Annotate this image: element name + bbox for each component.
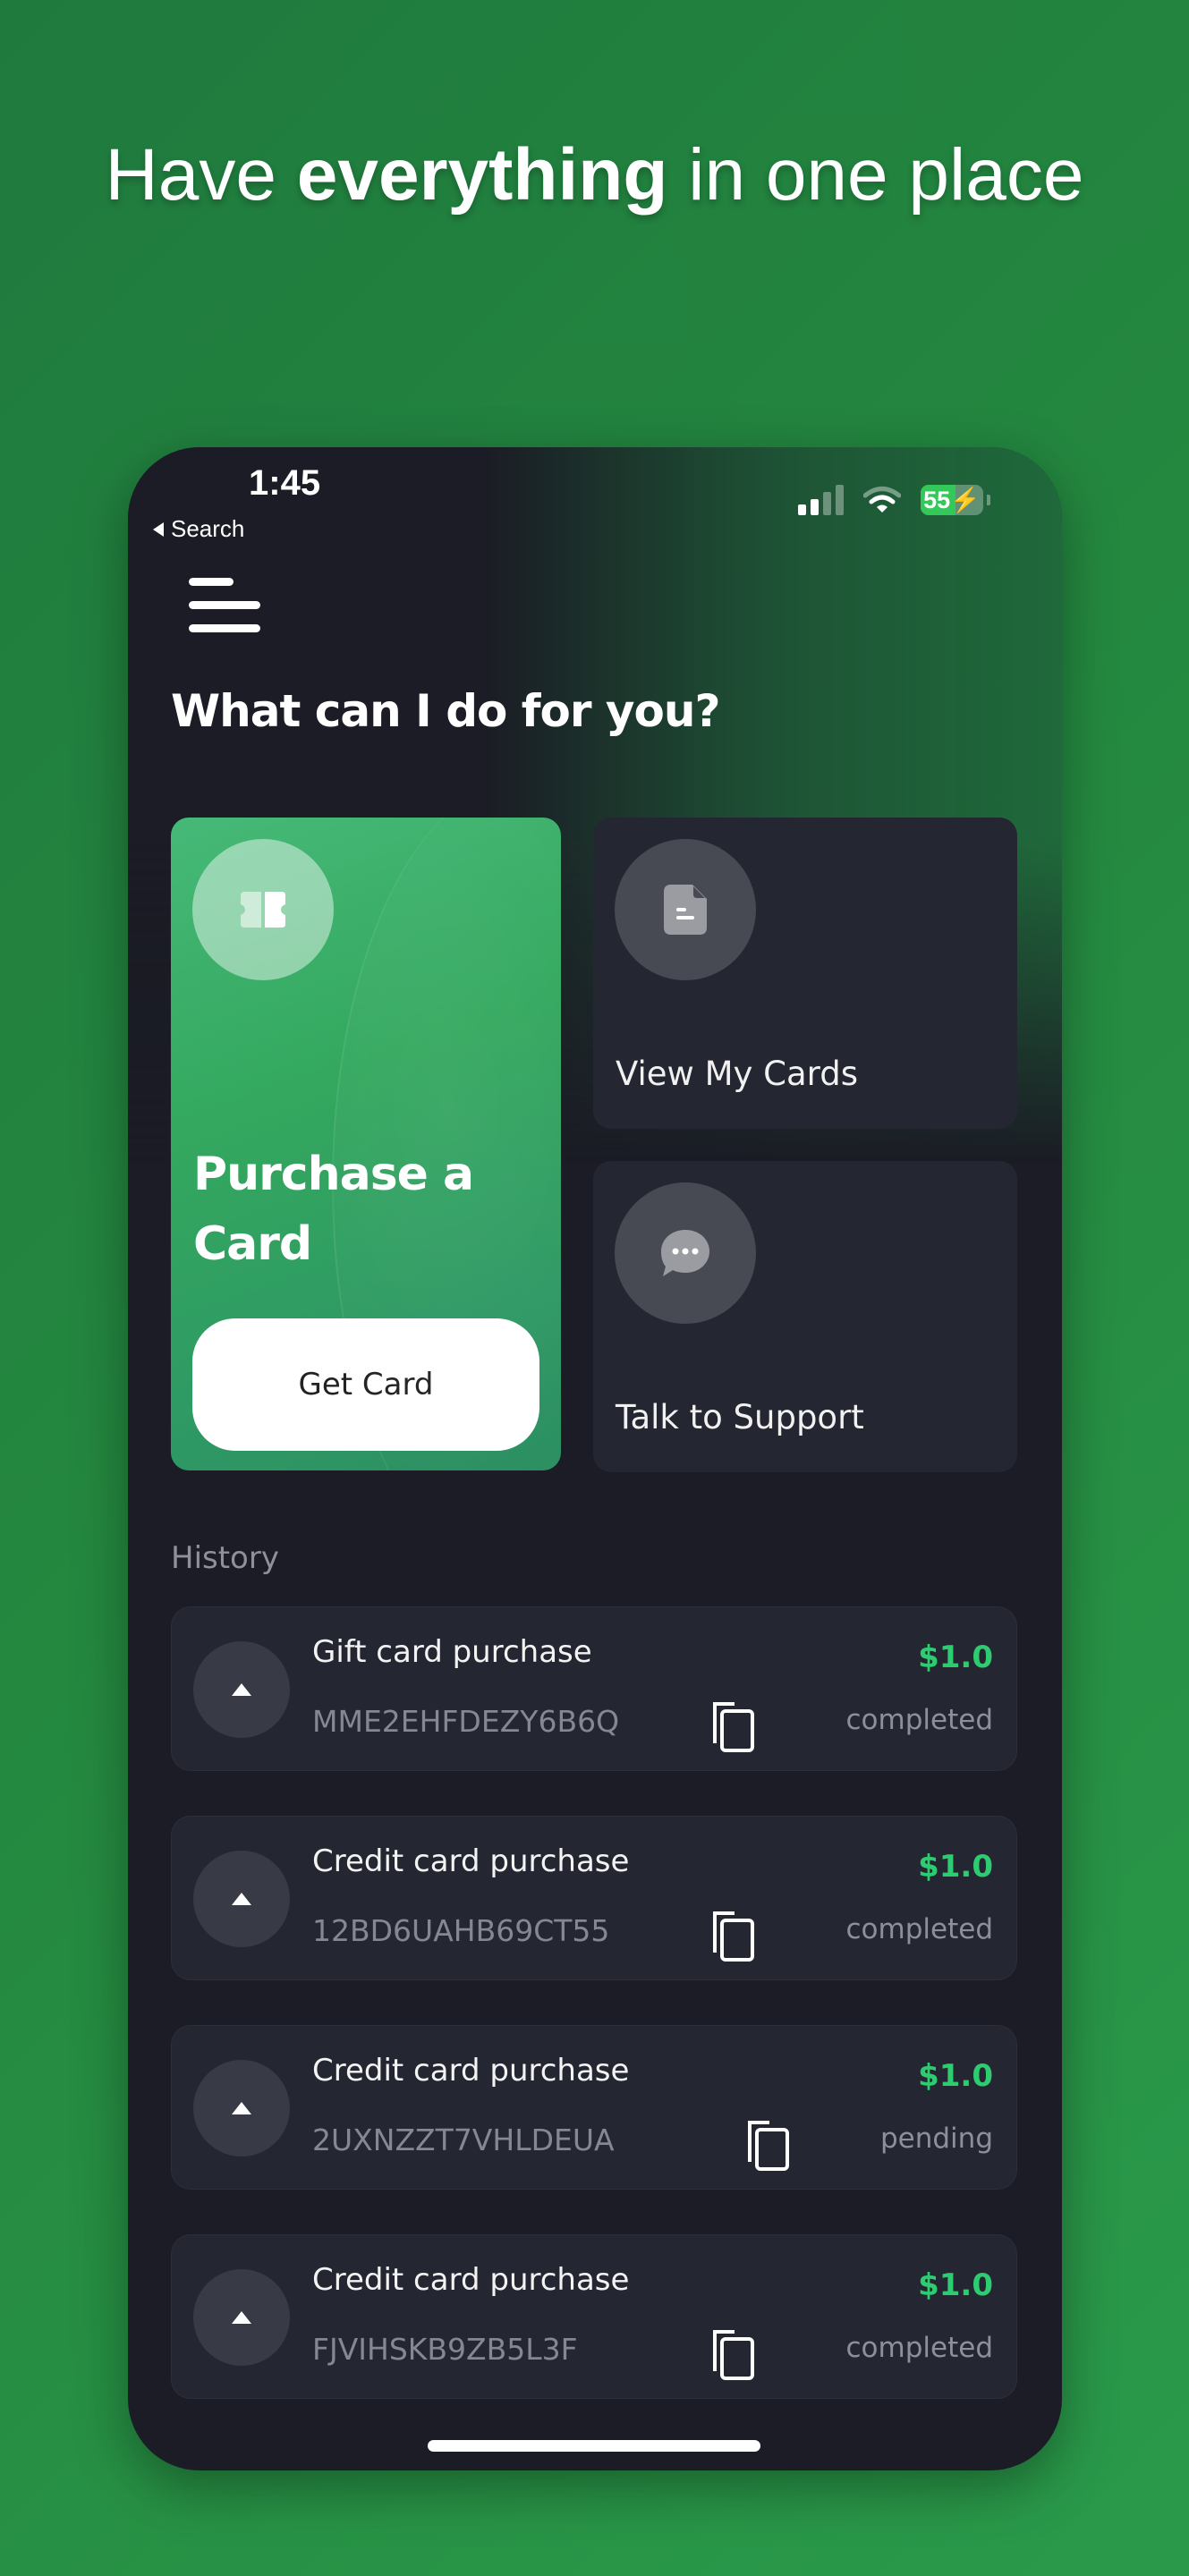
view-my-cards-tile[interactable]: View My Cards xyxy=(593,818,1017,1129)
history-item[interactable]: Credit card purchase 12BD6UAHB69CT55 $1.… xyxy=(171,1816,1017,1980)
history-item-status: completed xyxy=(845,1913,993,1945)
history-item-amount: $1.0 xyxy=(918,1640,993,1675)
history-item-amount: $1.0 xyxy=(918,2058,993,2094)
copy-icon[interactable] xyxy=(711,2328,758,2382)
arrow-up-icon xyxy=(193,2269,290,2366)
home-indicator[interactable] xyxy=(428,2440,760,2452)
ticket-card-icon xyxy=(192,839,334,980)
purchase-card-tile: Purchase a Card Get Card xyxy=(171,818,561,1470)
history-item-status: completed xyxy=(845,2332,993,2364)
history-item[interactable]: Gift card purchase MME2EHFDEZY6B6Q $1.0 … xyxy=(171,1606,1017,1771)
copy-icon[interactable] xyxy=(711,1910,758,1963)
copy-icon[interactable] xyxy=(711,1700,758,1754)
status-time: 1:45 xyxy=(249,463,321,503)
history-item-title: Credit card purchase xyxy=(312,2262,630,2298)
talk-to-support-tile[interactable]: Talk to Support xyxy=(593,1161,1017,1472)
history-item[interactable]: Credit card purchase FJVIHSKB9ZB5L3F $1.… xyxy=(171,2234,1017,2399)
history-item-title: Gift card purchase xyxy=(312,1634,592,1670)
arrow-up-icon xyxy=(193,2060,290,2157)
status-icons: 55⚡ xyxy=(798,485,990,515)
history-item-ref: FJVIHSKB9ZB5L3F xyxy=(312,2332,578,2367)
history-item-status: completed xyxy=(845,1704,993,1736)
back-label: Search xyxy=(171,515,245,542)
arrow-up-icon xyxy=(193,1641,290,1738)
back-to-search-link[interactable]: Search xyxy=(153,515,244,543)
back-arrow-icon xyxy=(153,521,164,537)
document-icon xyxy=(615,839,756,980)
chat-bubble-icon xyxy=(615,1182,756,1324)
history-item-amount: $1.0 xyxy=(918,1849,993,1885)
headline-suffix: in one place xyxy=(667,134,1084,216)
view-my-cards-label: View My Cards xyxy=(616,1055,858,1093)
history-item-ref: 2UXNZZT7VHLDEUA xyxy=(312,2123,615,2157)
talk-to-support-label: Talk to Support xyxy=(616,1398,864,1436)
battery-text: 55⚡ xyxy=(923,487,981,513)
battery-charging-icon: 55⚡ xyxy=(921,485,983,515)
hamburger-menu-icon[interactable] xyxy=(189,578,262,635)
history-heading: History xyxy=(171,1540,279,1576)
headline-prefix: Have xyxy=(105,134,297,216)
history-item-ref: MME2EHFDEZY6B6Q xyxy=(312,1704,620,1739)
history-item-title: Credit card purchase xyxy=(312,2053,630,2089)
history-item-status: pending xyxy=(879,2123,993,2155)
history-item[interactable]: Credit card purchase 2UXNZZT7VHLDEUA $1.… xyxy=(171,2025,1017,2190)
copy-icon[interactable] xyxy=(746,2119,793,2173)
history-item-amount: $1.0 xyxy=(918,2267,993,2303)
marketing-headline: Have everything in one place xyxy=(0,132,1189,218)
get-card-button[interactable]: Get Card xyxy=(192,1318,539,1451)
wifi-icon xyxy=(863,487,901,513)
history-item-ref: 12BD6UAHB69CT55 xyxy=(312,1913,610,1948)
signal-icon xyxy=(798,485,844,515)
phone-screen: 1:45 Search 55⚡ What can I do for you? P… xyxy=(128,447,1062,2470)
battery-nub xyxy=(987,495,990,505)
headline-bold: everything xyxy=(296,134,668,216)
arrow-up-icon xyxy=(193,1851,290,1947)
history-item-title: Credit card purchase xyxy=(312,1843,630,1879)
page-title: What can I do for you? xyxy=(171,685,720,737)
purchase-title: Purchase a Card xyxy=(193,1148,474,1271)
